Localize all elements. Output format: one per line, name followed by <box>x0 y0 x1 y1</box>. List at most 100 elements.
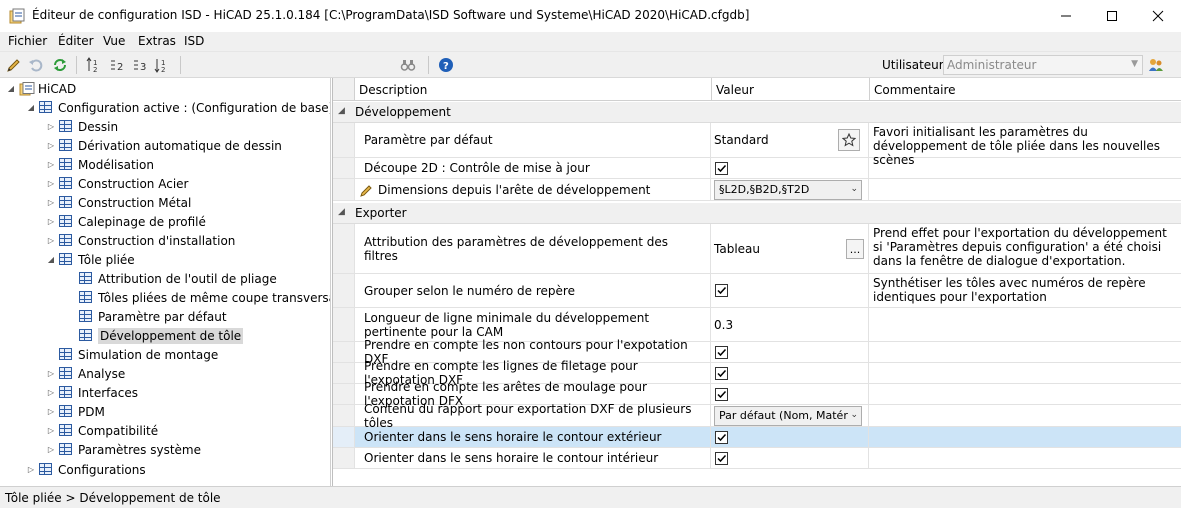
sort-desc-button[interactable]: 12 <box>153 56 171 74</box>
collapse-icon[interactable]: ◢ <box>338 106 345 116</box>
expand-icon[interactable]: ▷ <box>46 217 56 226</box>
refresh-button[interactable] <box>51 56 69 74</box>
tree-node-calepinage[interactable]: ▷ Calepinage de profilé <box>46 212 206 231</box>
category-developpement[interactable]: ◢ Développement <box>333 102 1181 123</box>
ellipsis-button[interactable]: ... <box>846 239 864 259</box>
check-icon <box>717 164 727 172</box>
check-icon <box>717 390 727 398</box>
table-icon <box>59 404 72 417</box>
tree-label: Attribution de l'outil de pliage <box>98 271 277 286</box>
tree-node-developpement-tole[interactable]: Développement de tôle <box>76 326 244 345</box>
property-value[interactable]: 0.3 <box>711 308 869 341</box>
tree-node-hicad[interactable]: ◢ HiCAD <box>6 79 76 98</box>
tree-node-modelisation[interactable]: ▷ Modélisation <box>46 155 154 174</box>
tree-node-construction-acier[interactable]: ▷ Construction Acier <box>46 174 188 193</box>
collapse-icon[interactable]: ◢ <box>338 207 345 217</box>
undo-button[interactable] <box>27 56 45 74</box>
collapse-icon[interactable]: ◢ <box>26 103 36 112</box>
favorite-button[interactable] <box>838 129 860 151</box>
find-button[interactable] <box>399 56 417 74</box>
report-content-combo[interactable]: Par défaut (Nom, Matér ⌄ <box>714 405 862 426</box>
table-icon <box>59 214 72 227</box>
tree-node-construction-metal[interactable]: ▷ Construction Métal <box>46 193 191 212</box>
column-header-valeur[interactable]: Valeur <box>712 78 870 101</box>
expand-icon[interactable]: ▷ <box>46 160 56 169</box>
property-row[interactable]: Grouper selon le numéro de repère Synthé… <box>333 274 1181 308</box>
tree-node-analyse[interactable]: ▷ Analyse <box>46 364 125 383</box>
checkbox-checked[interactable] <box>715 161 728 175</box>
property-row[interactable]: Paramètre par défaut Standard Favori ini… <box>333 123 1181 167</box>
help-button[interactable]: ? <box>437 56 455 74</box>
expand-icon[interactable]: ▷ <box>46 141 56 150</box>
property-row[interactable]: Orienter dans le sens horaire le contour… <box>333 448 1181 469</box>
tree-node-parametres-systeme[interactable]: ▷ Paramètres système <box>46 440 201 459</box>
tree-node-installation[interactable]: ▷ Construction d'installation <box>46 231 235 250</box>
checkbox-checked[interactable] <box>715 345 728 359</box>
close-button[interactable] <box>1135 0 1181 32</box>
tree-node-derivation[interactable]: ▷ Dérivation automatique de dessin <box>46 136 282 155</box>
property-row-selected[interactable]: Orienter dans le sens horaire le contour… <box>333 427 1181 448</box>
user-select[interactable]: Administrateur ▼ <box>943 55 1143 75</box>
property-description: Orienter dans le sens horaire le contour… <box>356 427 711 447</box>
property-row[interactable]: Contenu du rapport pour exportation DXF … <box>333 402 1181 430</box>
menu-editer[interactable]: Éditer <box>58 34 94 48</box>
checkbox-checked[interactable] <box>715 430 728 444</box>
tree-node-dessin[interactable]: ▷ Dessin <box>46 117 118 136</box>
column-header-commentaire[interactable]: Commentaire <box>870 78 1181 101</box>
collapse-icon[interactable]: ◢ <box>6 84 16 93</box>
checkbox-checked[interactable] <box>715 366 728 380</box>
property-row[interactable]: Attribution des paramètres de développem… <box>333 224 1181 274</box>
pencil-icon <box>360 184 372 197</box>
level-2-button[interactable]: 2 <box>108 56 126 74</box>
property-row[interactable]: Découpe 2D : Contrôle de mise à jour <box>333 158 1181 179</box>
expand-icon[interactable]: ▷ <box>46 122 56 131</box>
maximize-button[interactable] <box>1089 0 1135 32</box>
expand-icon[interactable]: ▷ <box>46 388 56 397</box>
tree-node-active-config[interactable]: ◢ Configuration active : (Configuration … <box>26 98 330 117</box>
checkbox-checked[interactable] <box>715 387 728 401</box>
tree-node-compatibilite[interactable]: ▷ Compatibilité <box>46 421 158 440</box>
ellipsis-icon: ... <box>849 242 861 256</box>
users-icon <box>1149 59 1163 71</box>
sort-asc-button[interactable]: 12 <box>85 56 103 74</box>
tree-node-tole-pliee[interactable]: ◢ Tôle pliée <box>46 250 135 269</box>
dimensions-combo[interactable]: §L2D,§B2D,§T2D ⌄ <box>714 179 862 200</box>
tree-label: Paramètres système <box>78 442 201 457</box>
property-row[interactable]: Longueur de ligne minimale du développem… <box>333 308 1181 342</box>
menu-vue[interactable]: Vue <box>103 34 125 48</box>
tree-label: Calepinage de profilé <box>78 214 206 229</box>
expand-icon[interactable]: ▷ <box>26 465 36 474</box>
tree-node-pdm[interactable]: ▷ PDM <box>46 402 105 421</box>
tree-node-meme-coupe[interactable]: Tôles pliées de même coupe transversale <box>76 288 330 307</box>
table-icon <box>59 233 72 246</box>
table-icon <box>59 119 72 132</box>
user-value: Administrateur <box>947 58 1037 72</box>
menu-fichier[interactable]: Fichier <box>8 34 47 48</box>
expand-icon[interactable]: ▷ <box>46 426 56 435</box>
level-3-button[interactable]: 3 <box>131 56 149 74</box>
tree-node-simulation[interactable]: Simulation de montage <box>56 345 218 364</box>
tree-label: Dérivation automatique de dessin <box>78 138 282 153</box>
edit-button[interactable] <box>5 56 23 74</box>
expand-icon[interactable]: ▷ <box>46 445 56 454</box>
tree-node-parametre-defaut[interactable]: Paramètre par défaut <box>76 307 227 326</box>
expand-icon[interactable]: ▷ <box>46 407 56 416</box>
menu-isd[interactable]: ISD <box>184 34 204 48</box>
expand-icon[interactable]: ▷ <box>46 369 56 378</box>
users-button[interactable] <box>1147 56 1165 74</box>
expand-icon[interactable]: ▷ <box>46 236 56 245</box>
expand-icon[interactable]: ▷ <box>46 198 56 207</box>
category-exporter[interactable]: ◢ Exporter <box>333 203 1181 224</box>
svg-text:2: 2 <box>117 62 123 73</box>
property-row[interactable]: Dimensions depuis l'arête de développeme… <box>333 179 1181 201</box>
collapse-icon[interactable]: ◢ <box>46 255 56 264</box>
expand-icon[interactable]: ▷ <box>46 179 56 188</box>
menu-extras[interactable]: Extras <box>138 34 176 48</box>
column-header-description[interactable]: Description <box>355 78 712 101</box>
tree-node-configurations[interactable]: ▷ Configurations <box>26 460 146 479</box>
checkbox-checked[interactable] <box>715 451 728 465</box>
checkbox-checked[interactable] <box>715 284 728 297</box>
minimize-button[interactable] <box>1043 0 1089 32</box>
tree-node-interfaces[interactable]: ▷ Interfaces <box>46 383 138 402</box>
tree-node-outil-pliage[interactable]: Attribution de l'outil de pliage <box>76 269 277 288</box>
